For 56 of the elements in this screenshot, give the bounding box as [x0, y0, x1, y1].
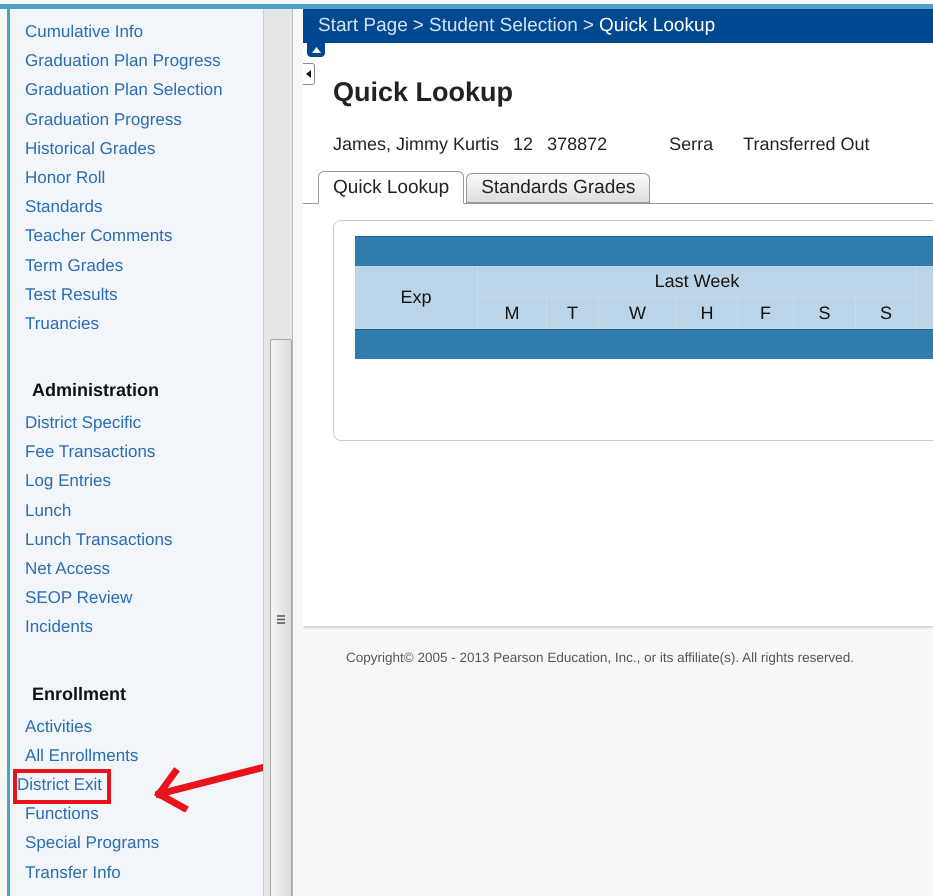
sidebar-link[interactable]: Fee Transactions: [25, 439, 156, 468]
sidebar-link[interactable]: Graduation Plan Selection: [25, 77, 223, 107]
student-name: James, Jimmy Kurtis: [333, 134, 500, 155]
left-triangle-icon: [306, 70, 311, 78]
sidebar-link[interactable]: Historical Grades: [25, 136, 156, 165]
sidebar-link[interactable]: Teacher Comments: [25, 223, 172, 252]
sidebar-link[interactable]: Graduation Progress: [25, 106, 182, 136]
collapse-sidebar-button[interactable]: [303, 63, 315, 85]
column-group-header: Last Week: [478, 266, 917, 298]
column-header: W: [599, 298, 677, 329]
sidebar-link[interactable]: All Enrollments: [25, 742, 138, 772]
column-header: F: [738, 298, 794, 329]
breadcrumb-link[interactable]: Student Selection: [428, 15, 578, 37]
breadcrumb-link[interactable]: Start Page: [318, 15, 408, 37]
sidebar-link[interactable]: District Specific: [25, 410, 142, 440]
sidebar-link[interactable]: Graduation Plan Progress: [25, 48, 221, 78]
annotated-sidebar-link[interactable]: District Exit: [16, 772, 108, 802]
grip-icon: [277, 615, 285, 624]
tab[interactable]: Standards Grades: [466, 173, 650, 203]
column-header: S: [856, 298, 917, 329]
sidebar-link[interactable]: Functions: [25, 801, 99, 830]
tab[interactable]: Quick Lookup: [318, 171, 464, 204]
sidebar-link[interactable]: Lunch: [25, 498, 72, 527]
page-title: Quick Lookup: [333, 76, 514, 108]
collapse-header-button[interactable]: [307, 43, 325, 57]
column-header: Exp: [355, 266, 478, 329]
sidebar-link[interactable]: Test Results: [25, 282, 118, 311]
sidebar-link[interactable]: Cumulative Info: [25, 19, 144, 48]
sidebar-link[interactable]: Transfer Info: [25, 860, 121, 889]
column-header: M: [478, 298, 547, 329]
breadcrumb-separator: >: [582, 15, 594, 37]
column-header: H: [677, 298, 738, 329]
breadcrumb-link[interactable]: Quick Lookup: [598, 15, 716, 37]
student-id: 378872: [547, 134, 608, 155]
column-header: T: [547, 298, 599, 329]
sidebar-link[interactable]: Activities: [25, 714, 92, 743]
up-triangle-icon: [312, 47, 320, 53]
column-header: S: [794, 298, 856, 329]
sidebar-link[interactable]: Net Access: [25, 556, 110, 586]
copyright-notice: Copyright© 2005 - 2013 Pearson Education, Inc., or its affiliate(s). All rights reserved.: [346, 650, 855, 665]
sidebar-link[interactable]: Term Grades: [25, 252, 124, 282]
section-heading: Administration: [31, 379, 160, 402]
scrollbar-thumb[interactable]: [270, 339, 292, 896]
sidebar-link[interactable]: Honor Roll: [25, 164, 106, 194]
sidebar-link[interactable]: Special Programs: [25, 830, 160, 860]
sidebar-link[interactable]: Truancies: [25, 310, 100, 340]
student-grade: 12: [513, 134, 534, 155]
sidebar-link[interactable]: SEOP Review: [25, 585, 132, 614]
student-school: Serra: [669, 134, 714, 155]
sidebar-link[interactable]: Lunch Transactions: [25, 526, 172, 556]
student-status: Transferred Out: [743, 134, 870, 155]
sidebar-link[interactable]: Incidents: [25, 614, 94, 644]
breadcrumb-separator: >: [412, 15, 424, 37]
section-heading: Enrollment: [31, 682, 128, 706]
sidebar-link[interactable]: Standards: [25, 194, 102, 224]
sidebar-link[interactable]: Log Entries: [25, 468, 111, 498]
